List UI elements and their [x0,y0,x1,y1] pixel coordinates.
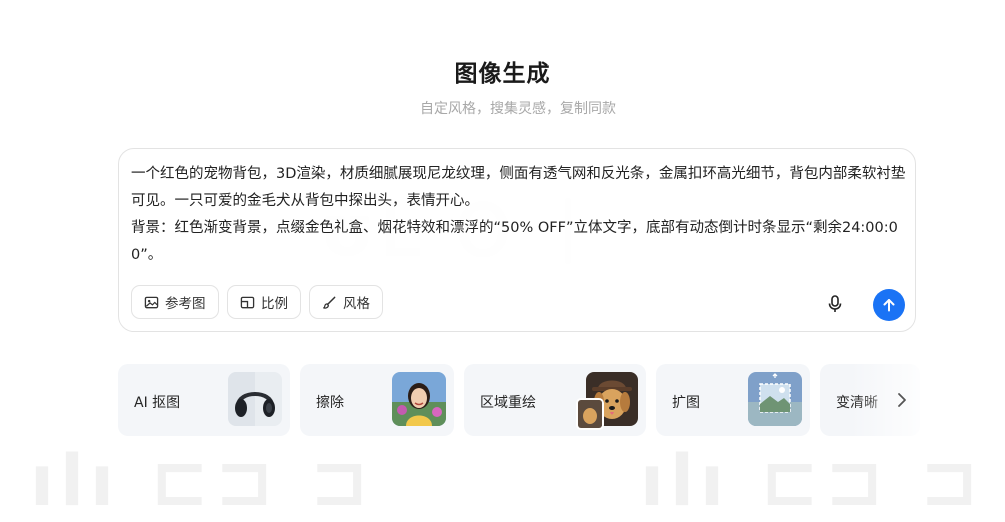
watermark: ılı ⊏⊐ ⊐ [640,440,985,522]
tool-card-expand[interactable]: 扩图 [656,364,810,436]
girl-portrait-thumbnail [392,372,446,426]
watermark: ılı ⊏⊐ ⊐ [30,440,375,522]
page-subtitle: 自定风格，搜集灵感，复制同款 [420,101,616,117]
prompt-input[interactable]: 一个红色的宠物背包，3D渲染，材质细腻展现尼龙纹理，侧面有透气网和反光条，金属扣… [131,161,907,269]
ratio-label: 比例 [261,296,288,312]
tool-card-cutout[interactable]: AI 抠图 [118,364,290,436]
aspect-ratio-icon [240,296,255,308]
style-label: 风格 [343,296,370,312]
tool-label: 区域重绘 [480,395,536,411]
tool-label: 变清晰 [836,395,878,411]
arrow-up-icon [883,299,895,312]
brush-icon [323,296,336,309]
tool-label: 扩图 [672,395,700,411]
page-title: 图像生成 [454,61,551,87]
dog-small-thumbnail [576,398,604,430]
tool-label: AI 抠图 [134,395,181,411]
style-button[interactable]: 风格 [309,285,383,319]
chevron-right-icon[interactable] [892,390,912,410]
headphones-thumbnail [228,372,282,426]
image-icon [144,296,159,308]
ratio-button[interactable]: 比例 [227,285,301,319]
reference-image-label: 参考图 [165,296,206,312]
tool-card-erase[interactable]: 擦除 [300,364,454,436]
landscape-expand-thumbnail [748,372,802,426]
reference-image-button[interactable]: 参考图 [131,285,219,319]
microphone-icon[interactable] [825,294,845,314]
tool-card-inpaint[interactable]: 区域重绘 [464,364,646,436]
send-button[interactable] [873,289,905,321]
tool-label: 擦除 [316,395,344,411]
prompt-box[interactable]: 一个红色的宠物背包，3D渲染，材质细腻展现尼龙纹理，侧面有透气网和反光条，金属扣… [118,148,916,332]
